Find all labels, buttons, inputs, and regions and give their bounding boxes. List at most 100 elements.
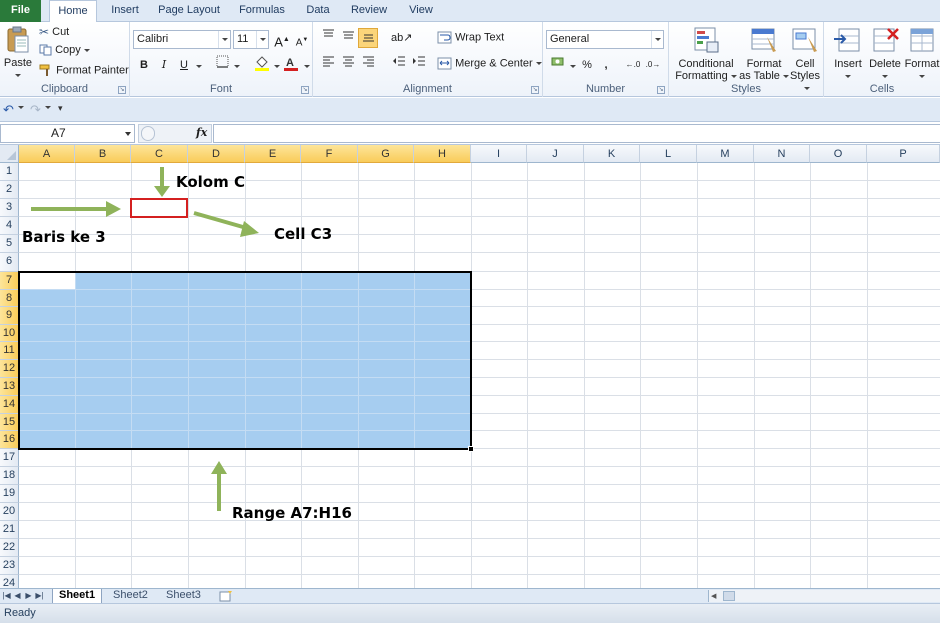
tab-review[interactable]: Review [346, 0, 392, 22]
insert-cells-dropdown-icon [845, 74, 851, 78]
format-cells-button[interactable]: Format [904, 25, 940, 82]
tab-view[interactable]: View [403, 0, 439, 22]
align-center-icon[interactable] [338, 54, 358, 74]
name-box[interactable]: A7 [0, 124, 135, 143]
tab-data[interactable]: Data [300, 0, 336, 22]
sheet-tab-sheet1[interactable]: Sheet1 [52, 589, 103, 603]
borders-dropdown-icon[interactable] [234, 65, 240, 68]
paste-dropdown-icon [15, 73, 21, 77]
horizontal-scrollbar[interactable]: ◀ [708, 590, 940, 602]
wrap-text-button[interactable]: Wrap Text [437, 31, 504, 44]
undo-icon[interactable]: ↶ [3, 102, 14, 118]
merge-center-dropdown-icon[interactable] [535, 62, 542, 65]
decrease-decimal-icon[interactable]: .0→ [643, 55, 663, 75]
scroll-left-icon[interactable]: ◀ [711, 592, 716, 600]
format-as-table-icon [749, 25, 779, 55]
next-sheet-icon[interactable]: ▶ [23, 590, 34, 602]
tab-insert[interactable]: Insert [104, 0, 146, 22]
currency-icon[interactable] [548, 55, 568, 75]
underline-button[interactable]: U [174, 55, 194, 75]
font-color-button[interactable]: A [281, 55, 301, 75]
copy-label: Copy [55, 44, 81, 56]
format-painter-button[interactable]: Format Painter [39, 64, 129, 77]
percent-button[interactable]: % [577, 55, 597, 75]
sheet-tab-sheet3[interactable]: Sheet3 [160, 589, 207, 603]
cell-styles-icon [790, 25, 820, 55]
worksheet-grid[interactable]: A B C D E F G H I J K L M N O P 1 2 3 4 … [0, 145, 940, 588]
delete-cells-icon [870, 25, 900, 55]
annotation-arrows [31, 167, 259, 511]
shrink-font-icon[interactable]: A▼ [292, 30, 312, 50]
copy-icon [39, 44, 52, 56]
increase-decimal-icon[interactable]: ←.0 [623, 55, 643, 75]
font-size-value: 11 [237, 33, 249, 45]
font-size-combo[interactable]: 11 [233, 30, 269, 49]
tab-page-layout[interactable]: Page Layout [155, 0, 223, 22]
grow-font-icon[interactable]: A▲ [272, 30, 292, 50]
bold-button[interactable]: B [134, 55, 154, 75]
paste-label: Paste [3, 57, 33, 69]
arrow-baris-3 [31, 201, 121, 217]
number-format-dropdown-icon[interactable] [651, 31, 663, 48]
last-sheet-icon[interactable]: ▶| [34, 590, 45, 602]
fill-color-swatch [255, 68, 269, 71]
undo-dropdown-icon[interactable] [18, 106, 24, 109]
clipboard-launcher-icon[interactable]: ↘ [118, 86, 126, 94]
font-name-dropdown-icon[interactable] [218, 31, 230, 48]
number-format-combo[interactable]: General [546, 30, 664, 49]
wrap-text-label: Wrap Text [455, 31, 505, 44]
merge-center-icon [437, 57, 452, 70]
scroll-thumb[interactable] [723, 591, 735, 601]
delete-cells-button[interactable]: Delete [867, 25, 903, 82]
clipboard-group-label: Clipboard [40, 83, 89, 95]
alignment-launcher-icon[interactable]: ↘ [531, 86, 539, 94]
sheet-tab-sheet2[interactable]: Sheet2 [107, 589, 154, 603]
paste-button[interactable]: Paste [3, 25, 33, 81]
number-group: General % , ←.0 .0→ Number ↘ [543, 22, 669, 97]
format-cells-dropdown-icon [919, 74, 925, 78]
name-box-dropdown-icon[interactable] [125, 132, 131, 136]
cancel-entry-icon[interactable] [141, 126, 155, 141]
increase-indent-icon[interactable] [409, 54, 429, 74]
customize-toolbar-icon[interactable]: ▾ [58, 103, 63, 114]
cells-group-label: Cells [869, 83, 895, 95]
italic-button[interactable]: I [154, 55, 174, 75]
tab-file[interactable]: File [0, 0, 41, 22]
font-group-label: Font [209, 83, 232, 95]
align-bottom-icon[interactable] [358, 28, 378, 48]
font-size-dropdown-icon[interactable] [256, 31, 268, 48]
underline-dropdown-icon[interactable] [196, 65, 202, 68]
fill-color-button[interactable] [252, 55, 272, 75]
decrease-indent-icon[interactable] [389, 54, 409, 74]
paste-icon [7, 26, 29, 53]
prev-sheet-icon[interactable]: ◀ [12, 590, 23, 602]
redo-dropdown-icon[interactable] [45, 106, 51, 109]
comma-button[interactable]: , [596, 55, 616, 75]
first-sheet-icon[interactable]: |◀ [1, 590, 12, 602]
tab-home[interactable]: Home [49, 0, 97, 23]
arrow-cell-c3 [193, 211, 259, 237]
borders-button[interactable] [212, 55, 232, 75]
align-middle-icon[interactable] [338, 28, 358, 48]
font-color-dropdown-icon[interactable] [304, 65, 310, 68]
conditional-formatting-dropdown-icon [730, 74, 737, 78]
font-name-combo[interactable]: Calibri [133, 30, 231, 49]
cut-button[interactable]: ✂ Cut [39, 25, 69, 39]
format-as-table-button[interactable]: Format as Table [738, 25, 790, 82]
conditional-formatting-button[interactable]: Conditional Formatting [673, 25, 739, 82]
copy-button[interactable]: Copy [39, 44, 90, 56]
orientation-icon[interactable]: ab↗ [391, 28, 412, 48]
font-launcher-icon[interactable]: ↘ [301, 86, 309, 94]
insert-cells-button[interactable]: Insert [830, 25, 866, 82]
currency-dropdown-icon[interactable] [570, 65, 576, 68]
fill-color-dropdown-icon[interactable] [274, 65, 280, 68]
align-top-icon[interactable] [318, 28, 338, 48]
number-launcher-icon[interactable]: ↘ [657, 86, 665, 94]
align-left-icon[interactable] [318, 54, 338, 74]
merge-center-button[interactable]: Merge & Center [437, 57, 542, 70]
tab-formulas[interactable]: Formulas [232, 0, 292, 22]
redo-icon[interactable]: ↷ [30, 102, 41, 118]
formula-input[interactable] [213, 124, 940, 143]
insert-function-icon[interactable]: fx [196, 126, 207, 139]
align-right-icon[interactable] [358, 54, 378, 74]
